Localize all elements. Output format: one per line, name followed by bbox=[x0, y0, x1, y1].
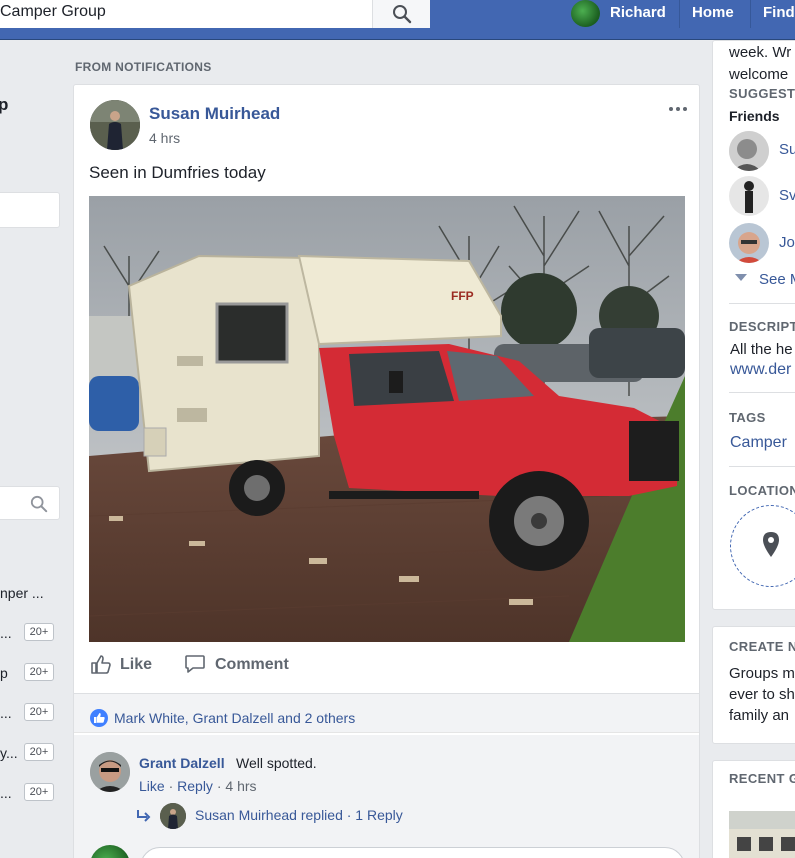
recent-group-thumbnail[interactable] bbox=[729, 811, 795, 858]
left-action-button[interactable] bbox=[0, 192, 60, 228]
left-group-item[interactable]: ... bbox=[0, 785, 12, 801]
nav-profile-link[interactable]: Richard bbox=[610, 4, 666, 21]
comment-author-link[interactable]: Grant Dalzell bbox=[139, 755, 225, 771]
post-text: Seen in Dumfries today bbox=[89, 163, 266, 182]
post-author-link[interactable]: Susan Muirhead bbox=[149, 104, 280, 124]
suggested-heading: SUGGEST bbox=[729, 86, 795, 101]
about-text-line: week. Wr bbox=[729, 44, 792, 61]
comment-like-link[interactable]: Like bbox=[139, 778, 165, 794]
tags-heading: TAGS bbox=[729, 410, 766, 425]
like-reaction-icon bbox=[90, 709, 108, 727]
left-group-item[interactable]: nper ... bbox=[0, 585, 44, 601]
current-user-avatar bbox=[90, 845, 130, 858]
reactions-summary[interactable]: Mark White, Grant Dalzell and 2 others bbox=[74, 693, 699, 733]
comments-section: Grant Dalzell Well spotted. Like · Reply… bbox=[74, 735, 699, 858]
more-options-icon[interactable] bbox=[668, 105, 688, 113]
search-box[interactable]: Camper Group bbox=[0, 0, 430, 28]
speech-bubble-icon bbox=[185, 655, 205, 673]
reply-arrow-icon bbox=[137, 810, 151, 822]
count-badge: 20+ bbox=[24, 623, 54, 641]
search-button[interactable] bbox=[372, 0, 430, 28]
friend-avatar[interactable] bbox=[729, 223, 769, 263]
view-replies-link[interactable]: Susan Muirhead replied · 1 Reply bbox=[195, 807, 403, 823]
search-icon bbox=[393, 5, 412, 24]
count-badge: 20+ bbox=[24, 743, 54, 761]
description-heading: DESCRIPT bbox=[729, 319, 795, 334]
like-label: Like bbox=[120, 656, 153, 673]
person-photo bbox=[90, 752, 130, 792]
top-navigation-bar: Camper Group Richard Home Find bbox=[0, 0, 795, 40]
search-icon bbox=[30, 495, 48, 513]
post-card: Susan Muirhead 4 hrs Seen in Dumfries to… bbox=[73, 84, 700, 858]
left-group-item[interactable]: ... bbox=[0, 705, 12, 721]
building-photo bbox=[729, 811, 795, 858]
about-text-line: welcome bbox=[729, 66, 789, 83]
create-group-card: CREATE N Groups m ever to sh family an bbox=[712, 626, 795, 744]
see-more-link[interactable]: See M bbox=[759, 271, 795, 288]
thumbs-up-icon bbox=[91, 655, 111, 674]
post-timestamp[interactable]: 4 hrs bbox=[149, 130, 180, 146]
recent-groups-card: RECENT G bbox=[712, 760, 795, 858]
friend-avatar[interactable] bbox=[729, 131, 769, 171]
caret-down-icon bbox=[735, 274, 747, 281]
comment-reply-link[interactable]: Reply bbox=[177, 778, 213, 794]
left-group-item[interactable]: p bbox=[0, 665, 8, 681]
comment-timestamp[interactable]: 4 hrs bbox=[225, 778, 256, 794]
post-action-bar: Like Comment bbox=[74, 642, 699, 692]
friend-name-link[interactable]: Sv bbox=[779, 187, 795, 204]
count-badge: 20+ bbox=[24, 663, 54, 681]
create-text-line: Groups m bbox=[729, 665, 795, 682]
replier-avatar[interactable] bbox=[160, 803, 186, 829]
reactions-names-link[interactable]: Mark White, Grant Dalzell and 2 others bbox=[114, 710, 355, 726]
commenter-avatar[interactable] bbox=[90, 752, 130, 792]
tag-link[interactable]: Camper bbox=[730, 434, 787, 452]
person-photo bbox=[729, 131, 769, 171]
group-search-field[interactable] bbox=[0, 486, 60, 520]
section-label: FROM NOTIFICATIONS bbox=[75, 60, 212, 74]
count-badge: 20+ bbox=[24, 703, 54, 721]
comment-text: Well spotted. bbox=[236, 755, 317, 771]
friend-name-link[interactable]: Su bbox=[779, 141, 795, 158]
divider bbox=[729, 392, 795, 393]
create-text-line: family an bbox=[729, 707, 790, 724]
create-text-line: ever to sh bbox=[729, 686, 795, 703]
create-heading: CREATE N bbox=[729, 639, 795, 654]
search-input[interactable]: Camper Group bbox=[0, 3, 106, 21]
nav-find-friends-link[interactable]: Find bbox=[763, 4, 795, 21]
separator-dot: · bbox=[168, 778, 178, 794]
user-avatar[interactable] bbox=[571, 0, 600, 27]
author-avatar[interactable] bbox=[90, 100, 140, 150]
comment-input[interactable] bbox=[140, 847, 685, 858]
recent-heading: RECENT G bbox=[729, 771, 795, 786]
post-photo[interactable]: FFP bbox=[89, 196, 685, 642]
divider bbox=[729, 303, 795, 304]
comment-actions: Like · Reply · 4 hrs bbox=[139, 778, 257, 794]
map-pin-icon bbox=[763, 532, 779, 557]
description-text: All the he bbox=[730, 341, 793, 358]
nav-divider bbox=[679, 0, 680, 28]
person-photo bbox=[160, 803, 186, 829]
camper-truck-photo: FFP bbox=[89, 196, 685, 642]
description-link[interactable]: www.der bbox=[730, 361, 791, 379]
nav-home-link[interactable]: Home bbox=[692, 4, 734, 21]
left-group-item[interactable]: ... bbox=[0, 625, 12, 641]
location-heading: LOCATION bbox=[729, 483, 795, 498]
person-photo bbox=[729, 176, 769, 216]
left-group-item[interactable]: y... bbox=[0, 745, 18, 761]
friend-avatar[interactable] bbox=[729, 176, 769, 216]
friends-label: Friends bbox=[729, 108, 780, 124]
divider bbox=[729, 466, 795, 467]
person-photo bbox=[90, 100, 140, 150]
count-badge: 20+ bbox=[24, 783, 54, 801]
group-name-fragment: p bbox=[0, 95, 9, 114]
svg-text:FFP: FFP bbox=[451, 289, 474, 303]
nav-divider bbox=[750, 0, 751, 28]
friend-name-link[interactable]: Jo bbox=[779, 234, 795, 251]
person-photo bbox=[729, 223, 769, 263]
comment-label: Comment bbox=[215, 656, 289, 673]
